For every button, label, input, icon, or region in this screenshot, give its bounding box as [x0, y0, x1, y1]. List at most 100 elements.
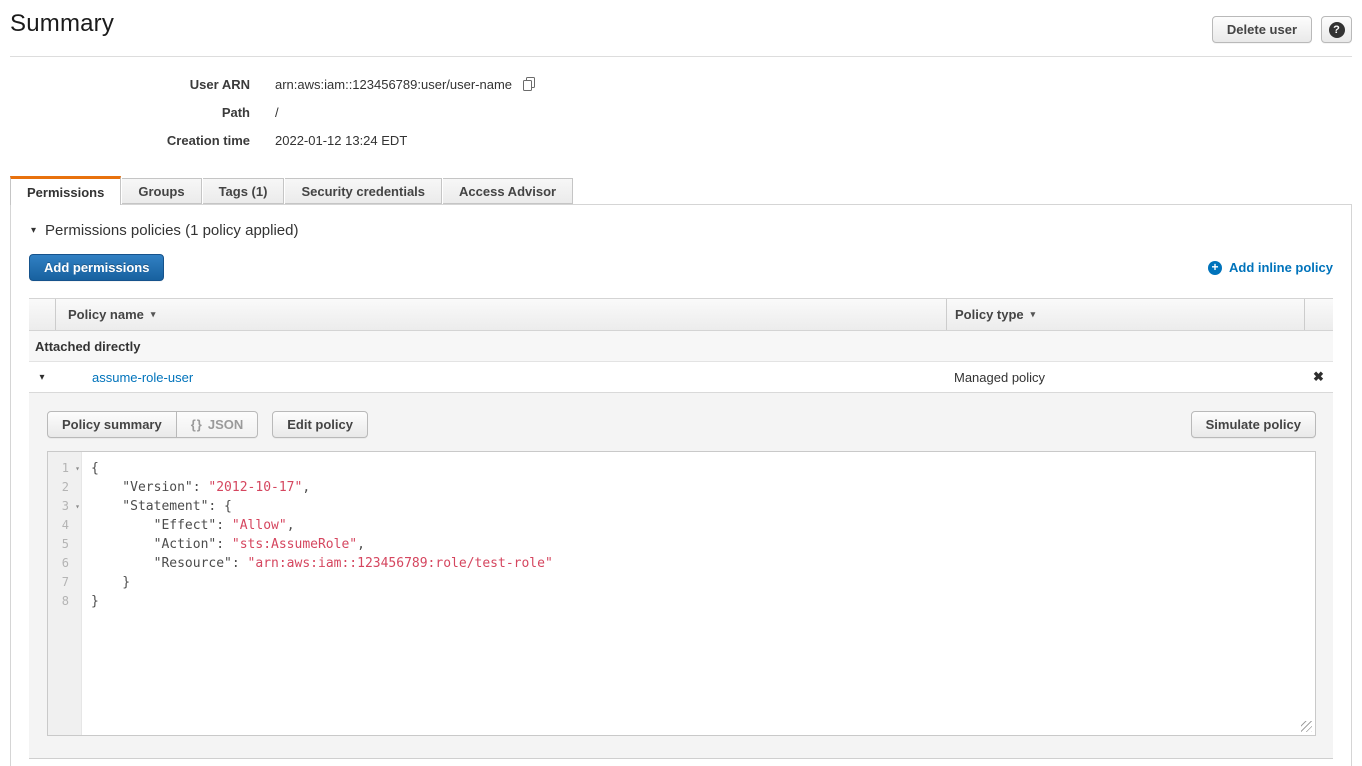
section-title: Permissions policies (1 policy applied): [45, 222, 298, 239]
delete-user-button[interactable]: Delete user: [1212, 16, 1312, 43]
tab-bar: Permissions Groups Tags (1) Security cre…: [0, 176, 1362, 204]
creation-time-value: 2022-01-12 13:24 EDT: [275, 133, 407, 148]
code-plain: "Effect":: [91, 518, 232, 533]
view-toggle-group: Policy summary {} JSON: [47, 411, 258, 438]
line-number: 7: [62, 575, 69, 589]
line-number: 8: [62, 594, 69, 608]
code-line: "Resource": "arn:aws:iam::123456789:role…: [81, 554, 553, 573]
code-plain: ,: [287, 518, 295, 533]
policy-summary-button[interactable]: Policy summary: [47, 411, 177, 438]
edit-policy-button[interactable]: Edit policy: [272, 411, 368, 438]
code-plain: "Action":: [91, 537, 232, 552]
line-number: 5: [62, 537, 69, 551]
header-actions: Delete user ?: [1212, 10, 1352, 43]
line-number: 2: [62, 480, 69, 494]
page-title: Summary: [10, 10, 114, 38]
line-number: 3: [62, 499, 69, 513]
gutter-cell: 2: [48, 478, 81, 497]
user-arn-value: arn:aws:iam::123456789:user/user-name: [275, 77, 512, 92]
code-line: }: [81, 592, 99, 611]
editor-line: 7 }: [48, 573, 1315, 592]
policy-remove-cell: ✖: [1304, 369, 1333, 385]
code-plain: "Version":: [91, 480, 208, 495]
editor-line: 6 "Resource": "arn:aws:iam::123456789:ro…: [48, 554, 1315, 573]
collapse-caret-icon: ▾: [31, 225, 36, 236]
copy-icon[interactable]: [521, 76, 537, 92]
policy-row: ▾ assume-role-user Managed policy ✖: [29, 362, 1333, 393]
field-value: /: [275, 105, 279, 120]
attached-directly-group-row: Attached directly: [29, 331, 1333, 362]
code-plain: "Resource":: [91, 556, 248, 571]
fold-caret-icon[interactable]: ▾: [75, 459, 80, 478]
gutter-cell: 5: [48, 535, 81, 554]
field-row-user-arn: User ARN arn:aws:iam::123456789:user/use…: [0, 70, 1362, 98]
code-plain: ,: [357, 537, 365, 552]
code-line: {: [81, 459, 99, 478]
editor-lines: 1▾ { 2 "Version": "2012-10-17", 3▾ "Stat…: [48, 452, 1315, 611]
add-inline-policy-link[interactable]: + Add inline policy: [1208, 260, 1333, 275]
row-expander-toggle[interactable]: ▾: [29, 372, 55, 383]
policy-table: Policy name ▾ Policy type ▾ Attached dir…: [29, 298, 1333, 759]
page-header: Summary Delete user ?: [0, 0, 1362, 43]
field-row-creation-time: Creation time 2022-01-12 13:24 EDT: [0, 126, 1362, 154]
gutter-cell: 3▾: [48, 497, 81, 516]
code-plain: }: [91, 575, 130, 590]
editor-line: 1▾ {: [48, 459, 1315, 478]
gutter-cell: 6: [48, 554, 81, 573]
policy-name-cell: assume-role-user: [55, 370, 946, 385]
policy-name-link[interactable]: assume-role-user: [92, 370, 193, 385]
json-brace-icon: {}: [191, 417, 203, 432]
simulate-policy-button[interactable]: Simulate policy: [1191, 411, 1316, 438]
code-string: "Allow": [232, 518, 287, 533]
column-policy-name[interactable]: Policy name ▾: [55, 299, 946, 330]
tab-security-credentials[interactable]: Security credentials: [285, 178, 442, 204]
code-string: "2012-10-17": [208, 480, 302, 495]
code-line: }: [81, 573, 130, 592]
gutter-cell: 8: [48, 592, 81, 611]
field-label: Creation time: [0, 133, 250, 148]
editor-line: 2 "Version": "2012-10-17",: [48, 478, 1315, 497]
policy-table-header: Policy name ▾ Policy type ▾: [29, 299, 1333, 331]
json-policy-editor[interactable]: 1▾ { 2 "Version": "2012-10-17", 3▾ "Stat…: [47, 451, 1316, 736]
plus-icon: +: [1208, 261, 1222, 275]
editor-resize-handle[interactable]: [1301, 721, 1312, 732]
tab-permissions[interactable]: Permissions: [10, 176, 121, 205]
code-line: "Statement": {: [81, 497, 232, 516]
field-label: Path: [0, 105, 250, 120]
line-number: 4: [62, 518, 69, 532]
fold-caret-icon[interactable]: ▾: [75, 497, 80, 516]
code-line: "Version": "2012-10-17",: [81, 478, 310, 497]
policy-name-header-label: Policy name: [68, 307, 144, 322]
code-plain: {: [91, 461, 99, 476]
permissions-policies-section-toggle[interactable]: ▾ Permissions policies (1 policy applied…: [11, 205, 1351, 239]
code-line: "Effect": "Allow",: [81, 516, 295, 535]
group-label: Attached directly: [35, 339, 140, 354]
editor-line: 5 "Action": "sts:AssumeRole",: [48, 535, 1315, 554]
editor-line: 4 "Effect": "Allow",: [48, 516, 1315, 535]
tab-groups[interactable]: Groups: [122, 178, 201, 204]
policy-type-cell: Managed policy: [946, 370, 1304, 385]
user-details: User ARN arn:aws:iam::123456789:user/use…: [0, 70, 1362, 154]
policy-actions-row: Add permissions + Add inline policy: [11, 254, 1351, 281]
path-value: /: [275, 105, 279, 120]
code-plain: ,: [302, 480, 310, 495]
policy-detail-panel: Policy summary {} JSON Edit policy Simul…: [29, 393, 1333, 759]
permissions-tab-panel: ▾ Permissions policies (1 policy applied…: [10, 204, 1352, 766]
policy-type-header-label: Policy type: [955, 307, 1024, 322]
code-string: "arn:aws:iam::123456789:role/test-role": [248, 556, 553, 571]
add-permissions-button[interactable]: Add permissions: [29, 254, 164, 281]
tab-tags[interactable]: Tags (1): [203, 178, 285, 204]
expander-column-header: [29, 299, 55, 330]
json-view-button[interactable]: {} JSON: [177, 411, 259, 438]
policy-detail-actions: Policy summary {} JSON Edit policy Simul…: [47, 411, 1316, 438]
gutter-cell: 1▾: [48, 459, 81, 478]
gutter-cell: 4: [48, 516, 81, 535]
column-policy-type[interactable]: Policy type ▾: [946, 299, 1304, 330]
tab-access-advisor[interactable]: Access Advisor: [443, 178, 573, 204]
help-button[interactable]: ?: [1321, 16, 1352, 43]
json-button-label: JSON: [208, 417, 243, 432]
sort-caret-icon: ▾: [151, 309, 156, 320]
detach-policy-icon[interactable]: ✖: [1313, 369, 1324, 385]
line-number: 6: [62, 556, 69, 570]
expand-caret-icon: ▾: [39, 372, 44, 383]
